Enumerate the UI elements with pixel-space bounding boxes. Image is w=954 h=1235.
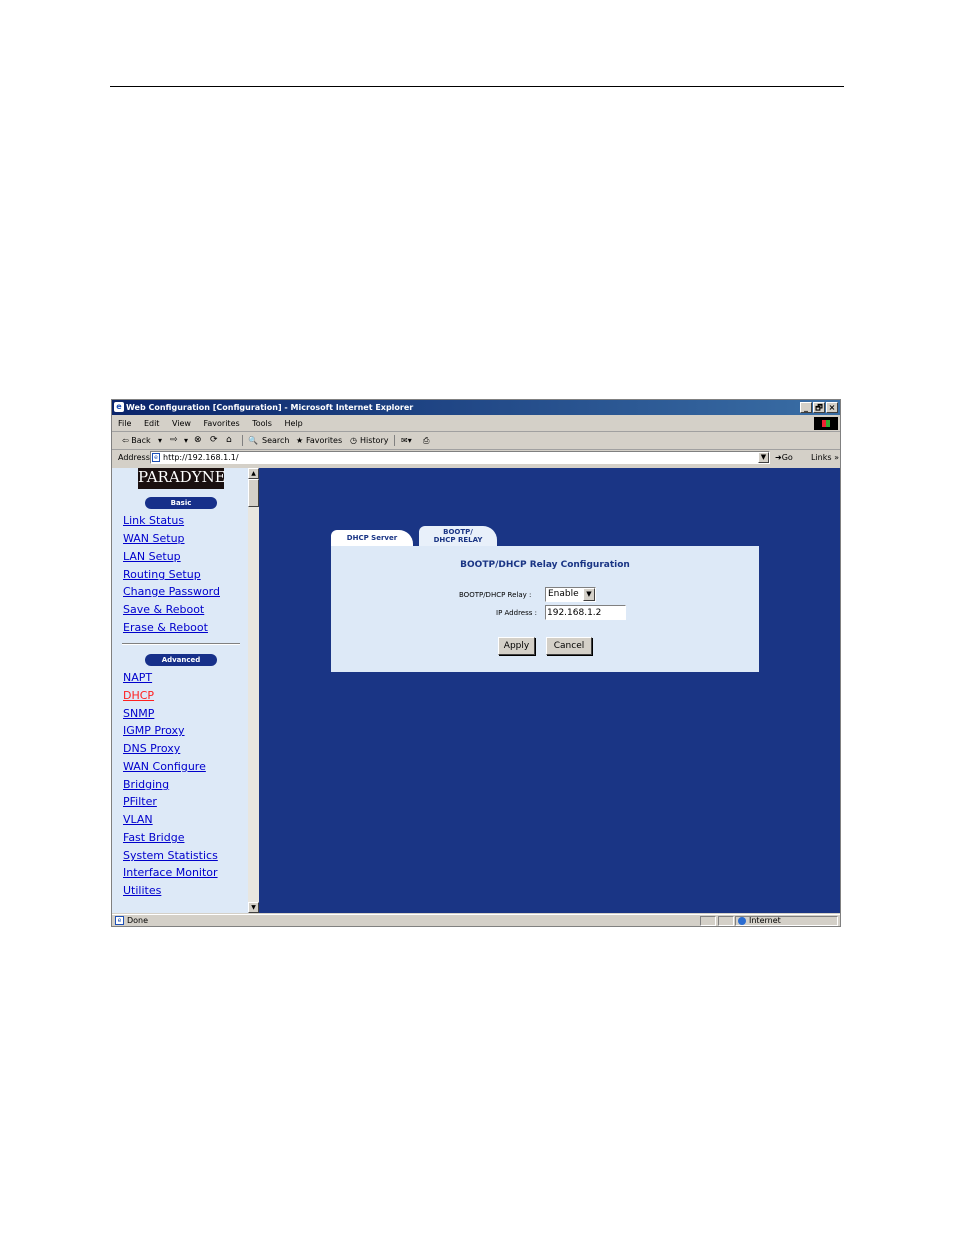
relay-select[interactable]: Enable ▼: [545, 587, 596, 602]
zone-text: Internet: [749, 916, 781, 925]
status-pane: [718, 916, 734, 926]
tab-relay-line2: DHCP RELAY: [433, 536, 483, 544]
refresh-icon[interactable]: ⟳: [210, 432, 218, 449]
home-icon[interactable]: ⌂: [226, 432, 232, 449]
address-dropdown-icon[interactable]: ▼: [758, 452, 769, 463]
sidebar-item-wan-configure[interactable]: WAN Configure: [123, 760, 206, 774]
status-pane: [700, 916, 716, 926]
sidebar-item-snmp[interactable]: SNMP: [123, 707, 154, 721]
menu-file[interactable]: File: [118, 416, 131, 431]
sidebar-item-igmp-proxy[interactable]: IGMP Proxy: [123, 724, 185, 738]
search-button[interactable]: Search: [262, 432, 289, 449]
sidebar-item-wan-setup[interactable]: WAN Setup: [123, 532, 185, 546]
back-button[interactable]: ⇦ Back: [122, 432, 151, 449]
sidebar-item-dhcp[interactable]: DHCP: [123, 689, 154, 703]
go-label: Go: [781, 453, 793, 462]
links-button[interactable]: Links »: [811, 450, 839, 466]
sidebar-item-change-password[interactable]: Change Password: [123, 585, 220, 599]
forward-dropdown-icon[interactable]: ▾: [184, 432, 188, 449]
go-arrow-icon: ➜: [775, 453, 782, 462]
ip-address-input[interactable]: [545, 605, 626, 620]
sidebar-scrollbar[interactable]: ▲ ▼: [248, 468, 259, 913]
sidebar-item-system-statistics[interactable]: System Statistics: [123, 849, 218, 863]
history-button[interactable]: History: [360, 432, 388, 449]
chevron-down-icon[interactable]: ▼: [583, 588, 595, 601]
toolbar-separator: [242, 435, 243, 446]
page-top-rule: [110, 86, 844, 87]
sidebar-item-lan-setup[interactable]: LAN Setup: [123, 550, 181, 564]
scroll-up-icon[interactable]: ▲: [248, 468, 259, 479]
sidebar-item-utilites[interactable]: Utilites: [123, 884, 161, 898]
advanced-section-header: Advanced: [145, 654, 217, 666]
menu-favorites[interactable]: Favorites: [204, 416, 240, 431]
restore-button[interactable]: 🗗: [813, 402, 825, 413]
cancel-button[interactable]: Cancel: [546, 637, 592, 655]
close-button[interactable]: ×: [826, 402, 838, 413]
sidebar-item-dns-proxy[interactable]: DNS Proxy: [123, 742, 180, 756]
mail-icon[interactable]: ✉▾: [401, 432, 412, 449]
search-icon[interactable]: 🔍: [248, 432, 258, 449]
address-value: http://192.168.1.1/: [163, 453, 239, 462]
ie-icon: e: [114, 402, 124, 412]
favorites-icon[interactable]: ★: [296, 432, 303, 449]
paradyne-logo: PARADYNE: [138, 468, 226, 489]
status-text: Done: [127, 916, 149, 925]
ip-address-label: IP Address :: [496, 609, 537, 617]
menu-edit[interactable]: Edit: [144, 416, 160, 431]
sidebar-item-vlan[interactable]: VLAN: [123, 813, 153, 827]
menu-bar: File Edit View Favorites Tools Help: [112, 416, 840, 432]
relay-select-value: Enable: [548, 589, 579, 599]
menu-view[interactable]: View: [172, 416, 191, 431]
status-bar: e Done Internet: [112, 914, 840, 927]
tab-relay-line1: BOOTP/: [443, 528, 473, 536]
sidebar-item-pfilter[interactable]: PFilter: [123, 795, 157, 809]
history-icon[interactable]: ◷: [350, 432, 357, 449]
favorites-button[interactable]: Favorites: [306, 432, 342, 449]
address-label: Address: [118, 453, 150, 462]
relay-config-panel: BOOTP/DHCP Relay Configuration BOOTP/DHC…: [331, 546, 759, 672]
window-controls: _ 🗗 ×: [800, 402, 838, 413]
sidebar-item-erase-reboot[interactable]: Erase & Reboot: [123, 621, 208, 635]
form-title: BOOTP/DHCP Relay Configuration: [460, 560, 630, 570]
minimize-button[interactable]: _: [800, 402, 812, 413]
relay-label: BOOTP/DHCP Relay :: [459, 591, 532, 599]
apply-button[interactable]: Apply: [498, 637, 535, 655]
sidebar-item-fast-bridge[interactable]: Fast Bridge: [123, 831, 184, 845]
menu-tools[interactable]: Tools: [252, 416, 272, 431]
page-icon: e: [152, 453, 160, 462]
menu-help[interactable]: Help: [284, 416, 302, 431]
standard-toolbar: ⇦ Back ▾ ⇨ ▾ ⊗ ⟳ ⌂ 🔍 Search ★ Favorites …: [112, 432, 840, 450]
page-viewport: PARADYNE Basic Link Status WAN Setup LAN…: [112, 468, 840, 913]
sidebar-item-bridging[interactable]: Bridging: [123, 778, 169, 792]
window-title: Web Configuration [Configuration] - Micr…: [126, 403, 414, 412]
sidebar-item-napt[interactable]: NAPT: [123, 671, 152, 685]
sidebar-divider: [122, 643, 240, 645]
sidebar-item-interface-monitor[interactable]: Interface Monitor: [123, 866, 218, 880]
toolbar-separator: [394, 435, 395, 446]
forward-button[interactable]: ⇨: [170, 432, 178, 449]
stop-icon[interactable]: ⊗: [194, 432, 202, 449]
title-bar: e Web Configuration [Configuration] - Mi…: [112, 400, 840, 415]
go-button[interactable]: ➜Go: [775, 450, 793, 466]
scroll-down-icon[interactable]: ▼: [248, 902, 259, 913]
basic-section-header: Basic: [145, 497, 217, 509]
scroll-thumb[interactable]: [248, 479, 259, 507]
address-input[interactable]: e http://192.168.1.1/: [150, 451, 770, 464]
address-bar: Address e http://192.168.1.1/ ▼ ➜Go Link…: [112, 450, 840, 466]
browser-window: e Web Configuration [Configuration] - Mi…: [111, 399, 841, 927]
internet-zone-icon: [738, 917, 746, 925]
sidebar-item-routing-setup[interactable]: Routing Setup: [123, 568, 201, 582]
sidebar-frame: PARADYNE Basic Link Status WAN Setup LAN…: [112, 468, 248, 913]
page-done-icon: e: [115, 916, 124, 925]
sidebar-item-save-reboot[interactable]: Save & Reboot: [123, 603, 204, 617]
tab-bootp-dhcp-relay[interactable]: BOOTP/ DHCP RELAY: [419, 526, 497, 546]
windows-logo-icon: [814, 417, 838, 430]
back-dropdown-icon[interactable]: ▾: [158, 432, 162, 449]
print-icon[interactable]: ⎙: [423, 432, 429, 449]
sidebar-item-link-status[interactable]: Link Status: [123, 514, 184, 528]
